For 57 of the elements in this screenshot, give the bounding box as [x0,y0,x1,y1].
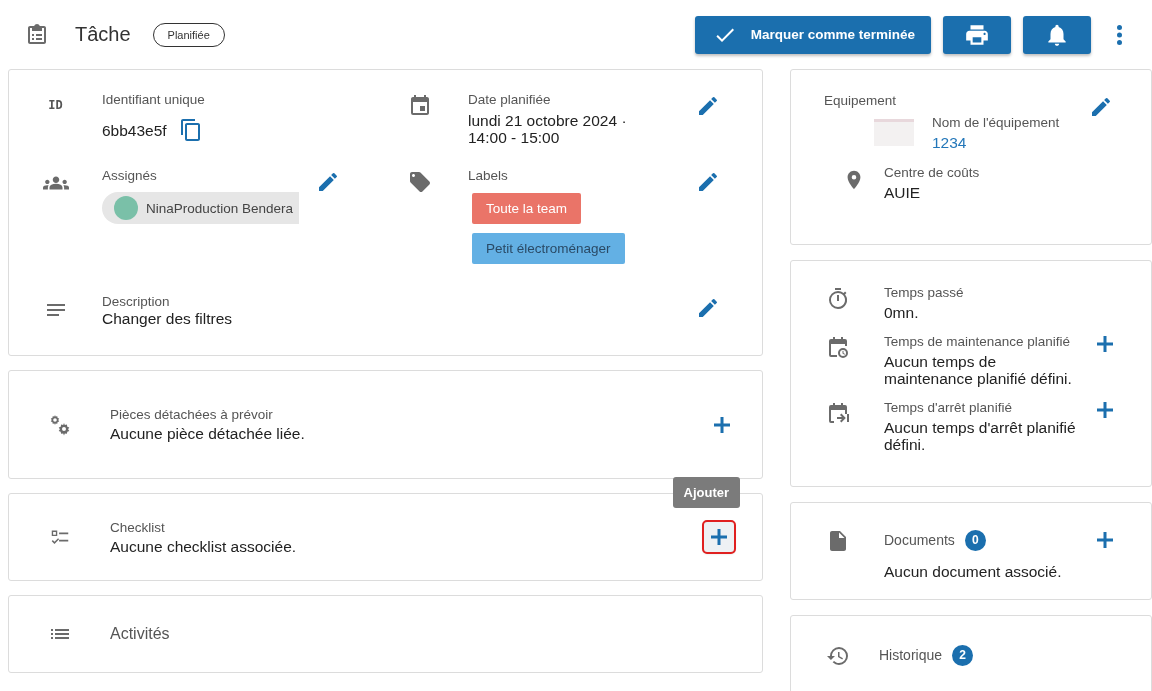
add-button[interactable] [704,522,734,552]
field-label: Identifiant unique [102,92,206,108]
field-label: Description [102,294,171,310]
more-icon [1117,24,1122,45]
field-label: Documents [884,532,955,548]
field-label: Centre de coûts [884,165,981,181]
clipboard-icon [25,22,49,47]
tooltip: Ajouter [672,477,740,508]
label-tag: Petit électroménager [472,233,625,264]
print-button[interactable] [943,15,1011,54]
field-value: Aucune pièce détachée liée. [110,425,306,442]
avatar [114,196,138,220]
page-title: Tâche [75,23,131,46]
count-badge: 2 [952,644,974,666]
equipment-link[interactable]: 1234 [932,134,1115,152]
field-label: Equipement [824,93,897,109]
field-label: Nom de l'équipement [932,115,1061,131]
tag-icon [408,170,432,194]
calendar-icon [408,94,432,118]
field-value: Aucun temps de maintenance planifié défini. [884,353,1073,387]
field-label: Historique [879,647,943,663]
field-value: Aucun temps d'arrêt planifié défini. [884,419,1077,453]
field-value: Aucun document associé. [884,563,1063,580]
label-tag: Toute la team [472,193,582,224]
field-value: Aucune checklist associée. [110,537,298,555]
field-label: Checklist [110,519,166,536]
field-label: Temps d'arrêt planifié [884,400,1013,416]
edit-icon [316,170,340,194]
plus-icon [1095,334,1115,354]
section-title: Activités [110,625,171,643]
edit-icon [696,296,720,320]
field-label: Pièces détachées à prévoir [110,407,274,423]
equipment-thumbnail [874,119,914,146]
edit-icon [696,170,720,194]
assignee-name: NinaProduction Bendera [146,200,294,216]
complete-button[interactable]: Marquer comme terminée [694,15,931,54]
id-icon: ID [48,94,63,150]
field-value: 0mn. [884,304,920,321]
field-value: 6bb43e5f [102,121,167,139]
plus-icon [712,414,732,435]
field-value: lundi 21 octobre 2024 · 14:00 - 15:00 [468,112,628,146]
field-value: Changer des filtres [102,310,233,327]
field-label: Date planifiée [468,92,552,108]
plus-icon [709,527,729,547]
history-icon [825,644,850,668]
field-label: Temps passé [884,285,965,301]
plus-icon [1095,400,1115,420]
field-label: Temps de maintenance planifié [884,334,1072,350]
count-badge: 0 [964,529,986,551]
edit-icon [1089,95,1113,119]
edit-icon [696,94,720,118]
notification-button[interactable] [1023,15,1091,54]
plus-icon [1095,530,1115,550]
field-value: AUIE [884,184,922,201]
copy-icon [178,118,203,142]
field-label: Labels [468,168,509,184]
field-label: Assignés [102,168,158,184]
